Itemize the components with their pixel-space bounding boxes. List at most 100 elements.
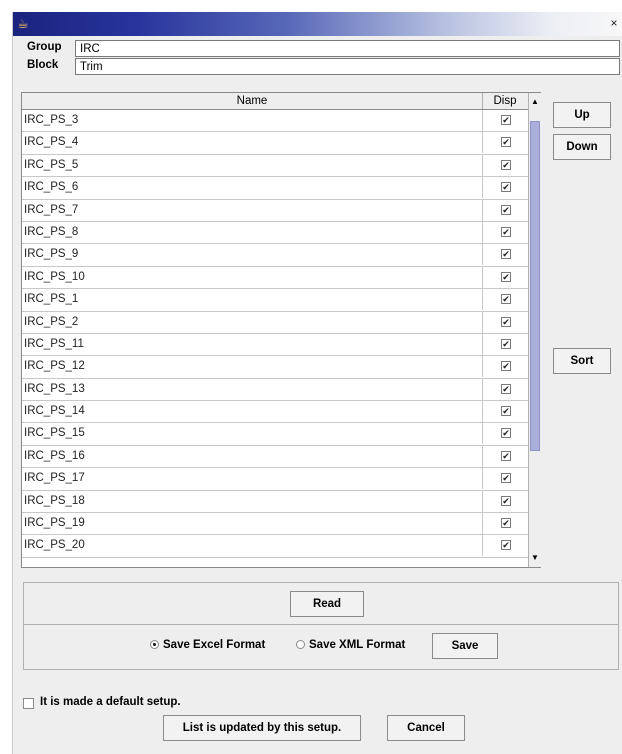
table-row[interactable]: IRC_PS_11 ✔ [22, 333, 529, 357]
disp-checkbox[interactable]: ✔ [501, 182, 511, 193]
table-row[interactable]: IRC_PS_14 ✔ [22, 401, 529, 424]
table-row[interactable]: IRC_PS_6 ✔ [22, 177, 529, 200]
row-name: IRC_PS_7 [24, 203, 79, 216]
disp-checkbox[interactable]: ✔ [501, 316, 511, 327]
row-name: IRC_PS_18 [24, 494, 85, 507]
read-row: Read [24, 583, 618, 625]
scroll-up-arrow-icon[interactable]: ▲ [529, 95, 541, 109]
up-button[interactable]: Up [553, 102, 611, 128]
row-name: IRC_PS_5 [24, 158, 79, 171]
row-disp-cell: ✔ [482, 445, 529, 467]
row-disp-cell: ✔ [482, 333, 529, 355]
table-row[interactable]: IRC_PS_16 ✔ [22, 445, 529, 469]
row-disp-cell: ✔ [482, 513, 529, 535]
java-cup-icon: ☕ [17, 16, 29, 31]
disp-checkbox[interactable]: ✔ [501, 226, 511, 237]
default-setup-label: It is made a default setup. [40, 696, 181, 708]
table-row[interactable]: IRC_PS_10 ✔ [22, 266, 528, 290]
disp-checkbox[interactable]: ✔ [501, 361, 511, 372]
row-disp-cell: ✔ [482, 356, 529, 378]
table-body: IRC_PS_3 ✔ IRC_PS_4 ✔ IRC_PS_5 ✔ IRC_PS_6 ✔ IRC_… [22, 110, 528, 558]
disp-checkbox[interactable]: ✔ [501, 338, 511, 349]
save-button[interactable]: Save [432, 633, 498, 659]
row-disp-cell: ✔ [482, 468, 529, 490]
xml-format-radio[interactable] [296, 640, 305, 649]
row-disp-cell: ✔ [482, 132, 529, 154]
table-header: Name Disp [22, 93, 529, 110]
table-row[interactable]: IRC_PS_13 ✔ [22, 378, 529, 402]
row-name: IRC_PS_3 [24, 114, 79, 126]
disp-checkbox[interactable]: ✔ [501, 450, 511, 461]
row-disp-cell: ✔ [482, 289, 529, 311]
row-name: IRC_PS_9 [24, 248, 79, 261]
title-bar[interactable]: ☕ × [13, 12, 622, 36]
table-row[interactable]: IRC_PS_8 ✔ [22, 221, 528, 245]
column-header-disp[interactable]: Disp [482, 93, 529, 109]
table-row[interactable]: IRC_PS_7 ✔ [22, 199, 529, 222]
disp-checkbox[interactable]: ✔ [501, 518, 511, 529]
table-row[interactable]: IRC_PS_5 ✔ [22, 154, 529, 178]
row-name: IRC_PS_11 [24, 337, 84, 350]
disp-checkbox[interactable]: ✔ [501, 383, 511, 394]
default-setup-checkbox[interactable] [23, 698, 34, 709]
row-disp-cell: ✔ [482, 244, 529, 266]
row-name: IRC_PS_8 [24, 225, 79, 238]
row-name: IRC_PS_10 [24, 270, 85, 283]
apply-list-button[interactable]: List is updated by this setup. [163, 715, 361, 741]
close-button[interactable]: × [607, 17, 621, 31]
row-name: IRC_PS_2 [24, 315, 79, 328]
row-disp-cell: ✔ [482, 401, 529, 423]
excel-format-option[interactable]: Save Excel Format [150, 639, 265, 655]
block-input[interactable] [75, 58, 620, 75]
row-name: IRC_PS_12 [24, 360, 85, 373]
row-disp-cell: ✔ [482, 199, 529, 221]
xml-format-option[interactable]: Save XML Format [296, 639, 405, 655]
disp-checkbox[interactable]: ✔ [501, 204, 511, 215]
disp-checkbox[interactable]: ✔ [501, 115, 511, 125]
excel-format-radio[interactable] [150, 640, 159, 649]
row-name: IRC_PS_13 [24, 382, 85, 395]
table-row[interactable]: IRC_PS_19 ✔ [22, 513, 529, 536]
table-row[interactable]: IRC_PS_9 ✔ [22, 244, 529, 267]
disp-checkbox[interactable]: ✔ [501, 540, 511, 551]
table-row[interactable]: IRC_PS_18 ✔ [22, 490, 529, 514]
table-row[interactable]: IRC_PS_17 ✔ [22, 468, 529, 491]
table-row[interactable]: IRC_PS_3 ✔ [22, 110, 528, 133]
row-name: IRC_PS_15 [24, 427, 85, 440]
down-button[interactable]: Down [553, 134, 611, 160]
disp-checkbox[interactable]: ✔ [501, 495, 511, 506]
table-row[interactable]: IRC_PS_4 ✔ [22, 132, 529, 155]
row-disp-cell: ✔ [482, 311, 529, 333]
disp-checkbox[interactable]: ✔ [501, 249, 511, 260]
row-name: IRC_PS_4 [24, 136, 79, 149]
row-disp-cell: ✔ [482, 423, 529, 445]
table-row[interactable]: IRC_PS_20 ✔ [22, 535, 528, 558]
row-name: IRC_PS_19 [24, 517, 85, 530]
column-header-name[interactable]: Name [22, 93, 483, 109]
disp-checkbox[interactable]: ✔ [501, 294, 511, 305]
disp-checkbox[interactable]: ✔ [501, 406, 511, 417]
read-button[interactable]: Read [290, 591, 364, 617]
disp-checkbox[interactable]: ✔ [501, 428, 511, 439]
cancel-button[interactable]: Cancel [387, 715, 465, 741]
row-disp-cell: ✔ [482, 378, 529, 400]
table-row[interactable]: IRC_PS_1 ✔ [22, 289, 529, 312]
row-name: IRC_PS_20 [24, 539, 85, 552]
excel-format-label: Save Excel Format [163, 639, 266, 651]
row-name: IRC_PS_17 [24, 472, 85, 485]
vertical-scrollbar[interactable]: ▲ ▼ [528, 93, 541, 567]
table-row[interactable]: IRC_PS_2 ✔ [22, 311, 529, 334]
row-disp-cell: ✔ [482, 177, 529, 199]
group-input[interactable] [75, 40, 620, 57]
disp-checkbox[interactable]: ✔ [501, 473, 511, 484]
disp-checkbox[interactable]: ✔ [501, 271, 511, 282]
table-row[interactable]: IRC_PS_15 ✔ [22, 423, 529, 446]
scroll-down-arrow-icon[interactable]: ▼ [529, 551, 541, 565]
table-row[interactable]: IRC_PS_12 ✔ [22, 356, 529, 379]
row-disp-cell: ✔ [482, 154, 529, 176]
disp-checkbox[interactable]: ✔ [501, 137, 511, 148]
disp-checkbox[interactable]: ✔ [501, 159, 511, 170]
scroll-thumb[interactable] [530, 121, 540, 451]
sort-button[interactable]: Sort [553, 348, 611, 374]
row-disp-cell: ✔ [482, 490, 529, 512]
